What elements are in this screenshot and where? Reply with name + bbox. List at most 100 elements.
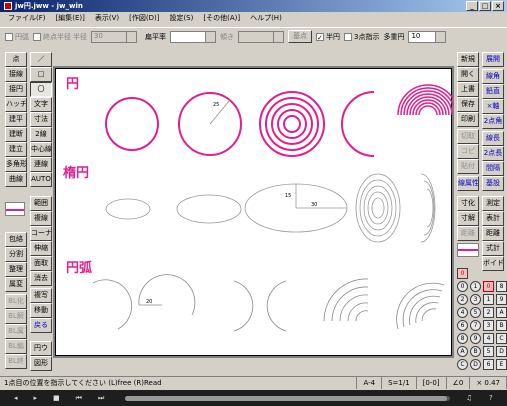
- drawing-canvas[interactable]: 円 楕円 円弧 25 15 30 20: [53, 66, 454, 358]
- menu-settings[interactable]: 設定(S): [164, 13, 198, 23]
- layer-2-button[interactable]: 2: [457, 294, 468, 305]
- tool-cut[interactable]: 切取: [457, 129, 479, 144]
- tool-text[interactable]: 文字: [30, 97, 52, 112]
- three-point-checkbox[interactable]: 3点指示: [344, 32, 379, 42]
- prev-icon[interactable]: ⏮: [76, 394, 82, 403]
- tool-overwrite[interactable]: 上書: [457, 82, 479, 97]
- tool-two-point-length[interactable]: 2点長: [482, 146, 504, 161]
- tool-undo[interactable]: 戻る: [30, 318, 52, 333]
- status-paper[interactable]: A-4: [357, 377, 383, 389]
- layer-c-button[interactable]: C: [496, 333, 507, 344]
- tool-chamfer[interactable]: 面取: [30, 256, 52, 271]
- close-button[interactable]: ×: [492, 1, 504, 11]
- tool-elevation[interactable]: 建立: [5, 142, 27, 157]
- tool-center-line[interactable]: 中心線: [30, 142, 52, 157]
- tool-corner[interactable]: コーナー: [30, 226, 52, 241]
- help-icon[interactable]: ?: [489, 394, 493, 402]
- tool-envelope[interactable]: 包絡: [5, 232, 27, 247]
- layer-group-0-button[interactable]: 0: [457, 268, 468, 279]
- layer-6-sq-button[interactable]: 6: [483, 359, 494, 370]
- tool-dimension[interactable]: 寸法: [30, 112, 52, 127]
- menu-draw[interactable]: [作図(D)]: [124, 13, 164, 23]
- status-angle[interactable]: ∠0: [447, 377, 471, 389]
- layer-b-circle-button[interactable]: B: [470, 346, 481, 357]
- tool-range[interactable]: 範囲: [30, 196, 52, 211]
- tilt-combo[interactable]: [238, 30, 284, 43]
- tool-move[interactable]: 移動: [30, 303, 52, 318]
- layer-a-button[interactable]: A: [496, 307, 507, 318]
- status-scale[interactable]: S=1/1: [382, 377, 417, 389]
- tool-polygon[interactable]: 多角形: [5, 157, 27, 172]
- multi-circle-combo[interactable]: 10: [408, 30, 447, 43]
- layer-4-button[interactable]: 4: [457, 307, 468, 318]
- tool-organize[interactable]: 整理: [5, 262, 27, 277]
- end-radius-checkbox[interactable]: 終点半径 半径: [33, 32, 87, 42]
- tool-duplicate[interactable]: 複写: [30, 288, 52, 303]
- layer-3-sq-button[interactable]: 3: [483, 320, 494, 331]
- status-zoom[interactable]: × 0.47: [470, 377, 507, 389]
- half-circle-checkbox[interactable]: ✓ 半円: [316, 32, 340, 42]
- tool-block-attribute[interactable]: BL属: [5, 324, 27, 339]
- tool-copy[interactable]: コピ: [457, 144, 479, 159]
- tool-line[interactable]: ／: [30, 52, 52, 67]
- stop-icon[interactable]: ■: [53, 394, 60, 402]
- tool-print[interactable]: 印刷: [457, 112, 479, 127]
- layer-3-button[interactable]: 3: [470, 294, 481, 305]
- layer-9-circle-button[interactable]: 9: [470, 333, 481, 344]
- tool-line-attribute[interactable]: 線属性: [457, 176, 479, 191]
- tool-save[interactable]: 保存: [457, 97, 479, 112]
- tool-formula[interactable]: 式計: [482, 241, 504, 256]
- radius-combo[interactable]: 30: [91, 30, 137, 43]
- layer-6-button[interactable]: 6: [457, 320, 468, 331]
- right-color-swatch[interactable]: [457, 243, 479, 257]
- tool-two-point-angle[interactable]: 2点角: [482, 114, 504, 129]
- layer-8-circle-button[interactable]: 8: [457, 333, 468, 344]
- tool-circle[interactable]: 〇: [30, 82, 52, 97]
- rewind-icon[interactable]: ◂: [14, 394, 18, 402]
- tool-block-edit[interactable]: BL編: [5, 339, 27, 354]
- tool-erase[interactable]: 消去: [30, 271, 52, 286]
- tool-expand[interactable]: 展開: [482, 52, 504, 67]
- play-icon[interactable]: ▸: [34, 394, 38, 402]
- tool-block-create[interactable]: BL化: [5, 294, 27, 309]
- tool-point[interactable]: 点: [5, 52, 27, 67]
- tool-rectangle[interactable]: □: [30, 67, 52, 82]
- tool-copy-line[interactable]: 複線: [30, 211, 52, 226]
- tool-block-explode[interactable]: BL解: [5, 309, 27, 324]
- tool-plan[interactable]: 建平: [5, 112, 27, 127]
- tool-x-axis[interactable]: ×軸: [482, 99, 504, 114]
- tool-figure[interactable]: 図形: [30, 356, 52, 371]
- layer-5-button[interactable]: 5: [470, 307, 481, 318]
- volume-icon[interactable]: ♫: [466, 394, 472, 402]
- tool-2d-shape[interactable]: 円ウ: [30, 341, 52, 356]
- tool-paste[interactable]: 貼付: [457, 159, 479, 174]
- tool-line-length[interactable]: 線長: [482, 131, 504, 146]
- tool-new[interactable]: 新規: [457, 52, 479, 67]
- layer-e-button[interactable]: E: [496, 359, 507, 370]
- tool-continuous-line[interactable]: 連線: [30, 157, 52, 172]
- arc-checkbox[interactable]: 円弧: [5, 32, 29, 42]
- tool-tangent-circle[interactable]: 接円: [5, 82, 27, 97]
- tool-measure[interactable]: 測定: [482, 196, 504, 211]
- layer-1-button[interactable]: 1: [470, 281, 481, 292]
- next-icon[interactable]: ⏭: [98, 394, 104, 403]
- layer-9-button[interactable]: 9: [496, 294, 507, 305]
- menu-file[interactable]: ファイル(F): [3, 13, 51, 23]
- tool-unknown[interactable]: 距離: [457, 226, 479, 241]
- layer-a-circle-button[interactable]: A: [457, 346, 468, 357]
- tool-curve[interactable]: 曲線: [5, 172, 27, 187]
- layer-5-sq-button[interactable]: 5: [483, 346, 494, 357]
- layer-c-circle-button[interactable]: C: [457, 359, 468, 370]
- tool-spacing[interactable]: 間隔: [482, 161, 504, 176]
- layer-d-circle-button[interactable]: D: [470, 359, 481, 370]
- layer-2-sq-button[interactable]: 2: [483, 307, 494, 318]
- tool-block-end[interactable]: BL終: [5, 354, 27, 369]
- tool-distance[interactable]: 距離: [482, 226, 504, 241]
- tool-line-angle[interactable]: 線角: [482, 69, 504, 84]
- layer-8-button[interactable]: 8: [496, 281, 507, 292]
- tool-attribute-change[interactable]: 属変: [5, 277, 27, 292]
- minimize-button[interactable]: _: [466, 1, 478, 11]
- tool-vertical[interactable]: 鉛直: [482, 84, 504, 99]
- tool-open[interactable]: 開く: [457, 67, 479, 82]
- status-layer[interactable]: [0-0]: [417, 377, 447, 389]
